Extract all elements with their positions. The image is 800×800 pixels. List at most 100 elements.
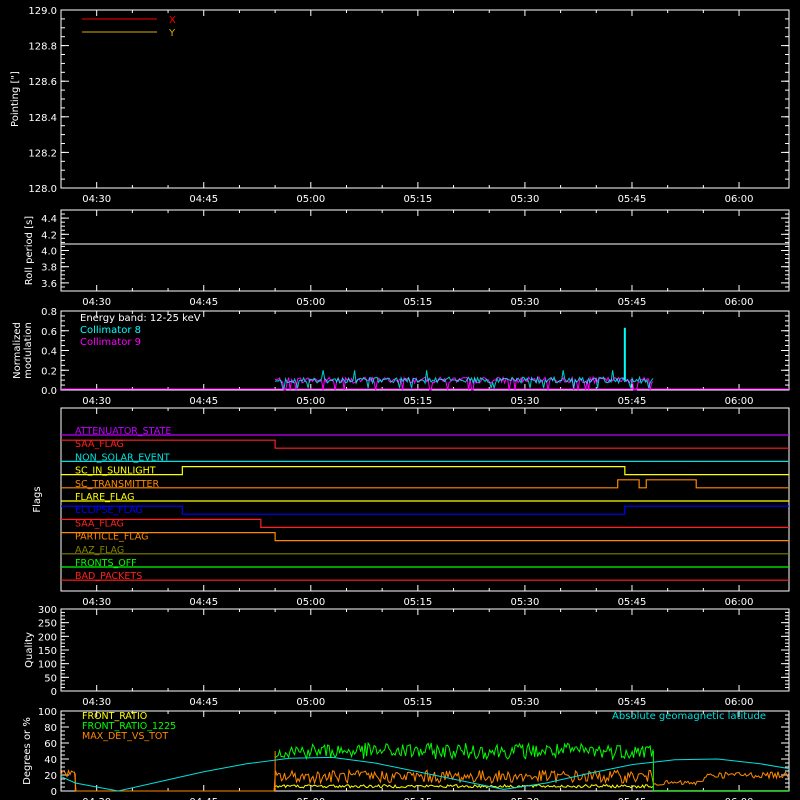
panel-3-ylabel: Flags bbox=[32, 486, 43, 512]
panel-4-time-label: 05:30 bbox=[511, 697, 540, 708]
front-ratio-1225-series bbox=[274, 741, 654, 761]
panel-2-time-label: 06:00 bbox=[725, 396, 754, 407]
panel-4-ytick-label: 100 bbox=[38, 660, 57, 671]
panel-5-ytick-label: 40 bbox=[44, 755, 57, 766]
panel-1-ytick-label: 3.6 bbox=[41, 279, 57, 290]
flag-label: SC_IN_SUNLIGHT bbox=[75, 466, 156, 477]
panel-2-ytick-label: 0.2 bbox=[41, 366, 57, 377]
flag-label: ECLIPSE_FLAG bbox=[75, 505, 143, 516]
panel-0-ytick-label: 128.2 bbox=[28, 148, 57, 159]
flag-label: SC_TRANSMITTER bbox=[75, 479, 160, 490]
front-ratio-series bbox=[274, 783, 654, 789]
panel-0-ylabel: Pointing ["] bbox=[10, 71, 21, 127]
panel-0-time-label: 05:45 bbox=[618, 194, 647, 205]
panel-3-time-label: 06:00 bbox=[725, 597, 754, 608]
panel-3-time-label: 05:00 bbox=[296, 597, 325, 608]
panel-4-ytick-label: 50 bbox=[44, 673, 57, 684]
panel-4-ytick-label: 250 bbox=[38, 619, 57, 630]
panel-2-time-label: 05:00 bbox=[296, 396, 325, 407]
flag-label: FRONTS_OFF bbox=[75, 558, 137, 569]
panel-0-ytick-label: 128.4 bbox=[28, 113, 57, 124]
modulation-ylabel: Normalized bbox=[12, 322, 23, 379]
panel-4-ylabel: Quality bbox=[24, 632, 35, 668]
panel-0-time-label: 05:00 bbox=[296, 194, 325, 205]
flag-label: SAA_FLAG bbox=[75, 518, 124, 529]
pointing-legend-label: X bbox=[169, 15, 176, 26]
panel-0-ytick-label: 128.0 bbox=[28, 184, 57, 195]
flag-label: BAD_PACKETS bbox=[75, 571, 142, 582]
flag-label: FLARE_FLAG bbox=[75, 492, 135, 503]
panel-1-frame bbox=[60, 209, 790, 292]
quicklook-figure: 04:30 04:45 05:00 05:15 05:30 05:45 06:00 128.0… bbox=[10, 6, 790, 800]
ratio-legend-label: MAX_DET_VS_TOT bbox=[82, 731, 168, 742]
panel-4-time-label: 04:30 bbox=[82, 697, 111, 708]
panel-1-time-label: 05:15 bbox=[403, 297, 432, 308]
panel-4-ytick-label: 150 bbox=[38, 646, 57, 657]
pointing-legend-label: Y bbox=[168, 28, 176, 39]
panel-3-time-label: 05:30 bbox=[511, 597, 540, 608]
panel-4-ytick-label: 300 bbox=[38, 605, 57, 616]
panel-0-ytick-label: 128.6 bbox=[28, 77, 57, 88]
panel-0-time-label: 04:45 bbox=[189, 194, 218, 205]
panel-4-time-label: 04:45 bbox=[189, 697, 218, 708]
panel-4-frame bbox=[60, 608, 790, 692]
panel-1-time-label: 05:00 bbox=[296, 297, 325, 308]
panel-2-ytick-label: 0.8 bbox=[41, 307, 57, 318]
flag-label: SAA_FLAG bbox=[75, 439, 124, 450]
panel-5-ytick-label: 0 bbox=[51, 787, 57, 798]
panel-2-time-label: 04:45 bbox=[189, 396, 218, 407]
panel-5-ytick-label: 60 bbox=[44, 739, 57, 750]
panel-1-time-label: 06:00 bbox=[725, 297, 754, 308]
panel-1-ytick-label: 4.2 bbox=[41, 230, 57, 241]
geomag-latitude-label: Absolute geomagnetic latitude bbox=[612, 711, 766, 722]
energy-band-label: Energy band: 12-25 keV bbox=[80, 313, 201, 324]
flag-label: AAZ_FLAG bbox=[75, 545, 124, 556]
panel-0-ytick-label: 128.8 bbox=[28, 42, 57, 53]
panel-4-ytick-label: 0 bbox=[51, 687, 57, 698]
panel-0-time-label: 05:15 bbox=[403, 194, 432, 205]
panel-1-ylabel: Roll period [s] bbox=[24, 216, 35, 285]
panel-1-time-label: 04:45 bbox=[189, 297, 218, 308]
flag-label: NON_SOLAR_EVENT bbox=[75, 452, 170, 463]
modulation-ylabel: modulation bbox=[23, 322, 34, 379]
flag-line-sc-transmitter bbox=[61, 479, 789, 489]
panel-0-time-label: 06:00 bbox=[725, 194, 754, 205]
panel-4-ytick-label: 200 bbox=[38, 632, 57, 643]
panel-5-ylabel: Degrees or % bbox=[22, 717, 33, 785]
panel-2-time-label: 05:30 bbox=[511, 396, 540, 407]
panel-2-ytick-label: 0.0 bbox=[41, 386, 57, 397]
flag-line-saa-flag bbox=[61, 518, 789, 528]
flag-label: ATTENUATOR_STATE bbox=[75, 426, 171, 437]
panel-5-ytick-label: 20 bbox=[44, 771, 57, 782]
flag-line-saa-flag bbox=[61, 439, 789, 449]
panel-1-time-label: 04:30 bbox=[82, 297, 111, 308]
panel-4-time-label: 05:45 bbox=[618, 697, 647, 708]
panel-3-time-label: 05:45 bbox=[618, 597, 647, 608]
panel-3-time-label: 04:45 bbox=[189, 597, 218, 608]
panel-3-time-label: 04:30 bbox=[82, 597, 111, 608]
panel-1-ytick-label: 3.8 bbox=[41, 263, 57, 274]
modulation-legend-label: Collimator 8 bbox=[80, 325, 141, 336]
flag-label: PARTICLE_FLAG bbox=[75, 532, 148, 543]
panel-0-time-label: 04:30 bbox=[82, 194, 111, 205]
panel-2-time-label: 05:45 bbox=[618, 396, 647, 407]
panel-2-time-label: 05:15 bbox=[403, 396, 432, 407]
flag-line-sc-in-sunlight bbox=[61, 466, 789, 476]
panel-4-time-label: 05:00 bbox=[296, 697, 325, 708]
panel-1-ytick-label: 4.4 bbox=[41, 214, 57, 225]
panel-2-ytick-label: 0.6 bbox=[41, 327, 57, 338]
panel-2-ytick-label: 0.4 bbox=[41, 347, 57, 358]
panel-1-time-label: 05:30 bbox=[511, 297, 540, 308]
flag-line-particle-flag bbox=[61, 532, 789, 542]
panel-3-time-label: 05:15 bbox=[403, 597, 432, 608]
panel-5-ytick-label: 80 bbox=[44, 723, 57, 734]
flag-line-eclipse-flag bbox=[61, 505, 789, 515]
panel-5-ytick-label: 100 bbox=[38, 707, 57, 718]
panel-0-ytick-label: 129.0 bbox=[28, 6, 57, 17]
panel-1-time-label: 05:45 bbox=[618, 297, 647, 308]
panel-4-time-label: 05:15 bbox=[403, 697, 432, 708]
panel-0-time-label: 05:30 bbox=[511, 194, 540, 205]
panel-1-ytick-label: 4.0 bbox=[41, 247, 57, 258]
panel-2-time-label: 04:30 bbox=[82, 396, 111, 407]
modulation-legend-label: Collimator 9 bbox=[80, 337, 141, 348]
